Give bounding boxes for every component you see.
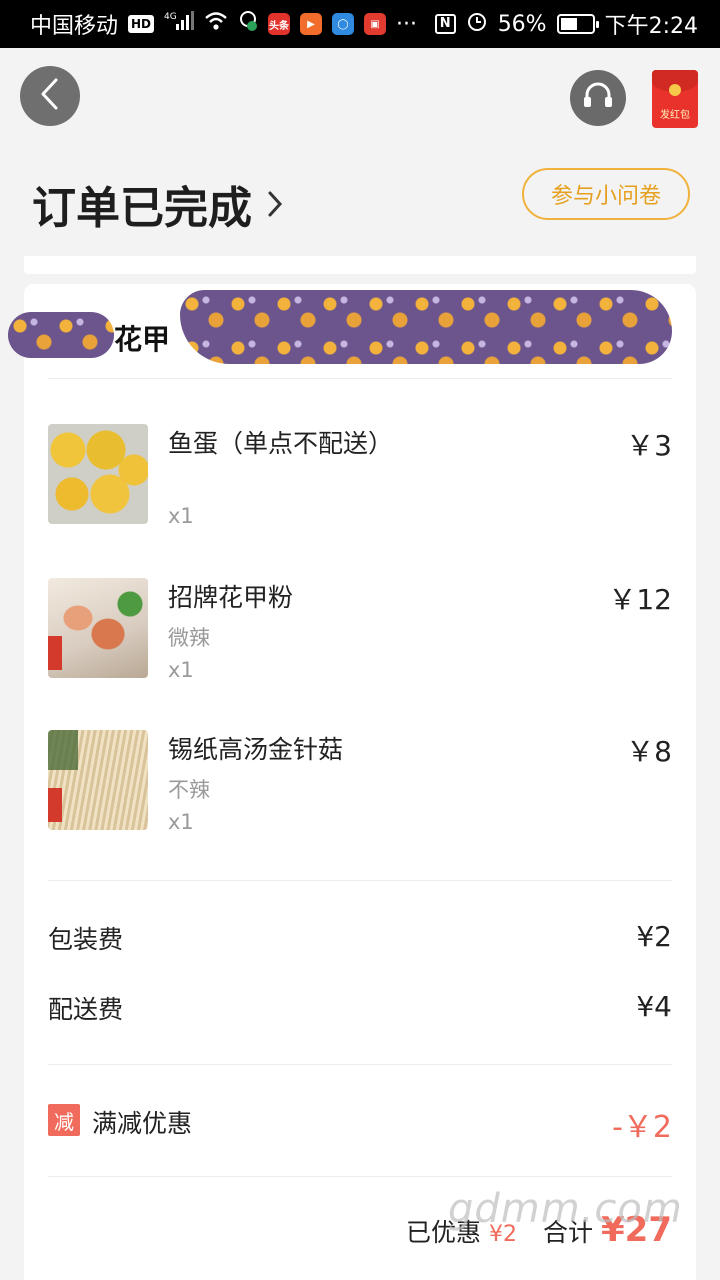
privacy-sticker-right	[180, 290, 672, 364]
status-bar-right: N 56% 下午2:24	[434, 8, 698, 40]
delivery-fee-value: ¥4	[636, 990, 672, 1023]
signal-icon: 4G	[164, 10, 195, 38]
saved-label: 已优惠	[405, 1218, 481, 1247]
red-packet-coin	[669, 84, 681, 96]
item-price: ￥12	[608, 583, 672, 616]
delivery-fee-label: 配送费	[48, 995, 124, 1024]
order-summary: 已优惠 ¥2 合计 ¥27	[406, 1210, 672, 1250]
order-detail-card: 花甲 鱼蛋（单点不配送） x1 ￥3 招牌花甲粉 微辣 x1 ￥12 锡纸高汤金…	[8, 284, 696, 1280]
order-item: 鱼蛋（单点不配送） x1 ￥3	[48, 424, 672, 534]
item-thumbnail-clam-noodle	[48, 578, 148, 678]
order-item: 招牌花甲粉 微辣 x1 ￥12	[48, 578, 672, 688]
discount-value: -￥2	[612, 1110, 672, 1145]
status-bar-left: 中国移动 HD 4G 头条 ▶ ◯ ▣ ···	[30, 8, 417, 40]
back-button[interactable]	[20, 66, 80, 126]
item-quantity: x1	[168, 504, 194, 528]
item-name: 招牌花甲粉	[168, 583, 294, 612]
alarm-icon	[466, 10, 488, 38]
red-packet-label: 发红包	[660, 110, 690, 121]
chevron-right-icon	[266, 179, 284, 230]
discount-tag: 减	[48, 1104, 80, 1136]
order-status-title[interactable]: 订单已完成	[32, 172, 284, 236]
packing-fee-row: 包装费 ¥2	[48, 920, 672, 960]
nfc-icon: N	[434, 14, 456, 34]
status-card-bottom	[24, 256, 696, 274]
video-app-icon: ▶	[300, 13, 323, 35]
shopping-app-icon: ▣	[364, 13, 387, 35]
location-download-icon	[238, 10, 258, 38]
customer-service-button[interactable]	[570, 70, 626, 126]
thumbnail-badge	[48, 788, 62, 822]
privacy-sticker-left	[8, 312, 114, 358]
delivery-fee-row: 配送费 ¥4	[48, 990, 672, 1030]
discount-row: 减 满减优惠 -￥2	[48, 1102, 672, 1145]
discount-label: 满减优惠	[92, 1109, 193, 1138]
order-item: 锡纸高汤金针菇 不辣 x1 ￥8	[48, 730, 672, 840]
item-name: 鱼蛋（单点不配送）	[168, 429, 394, 458]
total-value: ¥27	[601, 1210, 672, 1250]
red-packet-icon	[652, 70, 698, 96]
divider	[48, 1176, 672, 1177]
item-price: ￥3	[626, 429, 672, 462]
item-quantity: x1	[168, 810, 194, 834]
saved-value: ¥2	[489, 1222, 517, 1247]
clock-time: 下午2:24	[604, 14, 698, 39]
shop-header[interactable]: 花甲	[8, 284, 696, 378]
headset-icon	[581, 79, 615, 117]
item-spec: 不辣	[168, 778, 210, 802]
thumbnail-badge	[48, 636, 62, 670]
hd-badge: HD	[128, 15, 155, 33]
divider	[48, 378, 672, 379]
survey-button[interactable]: 参与小问卷	[522, 168, 690, 220]
network-type-label: 4G	[164, 12, 177, 22]
order-status-text: 订单已完成	[32, 183, 252, 234]
item-spec: 微辣	[168, 626, 210, 650]
divider	[48, 1064, 672, 1065]
toutiao-app-icon: 头条	[268, 13, 291, 35]
battery-fill	[560, 18, 578, 30]
battery-icon	[556, 14, 599, 34]
battery-percent: 56%	[497, 11, 547, 37]
item-quantity: x1	[168, 658, 194, 682]
total-label: 合计	[543, 1218, 594, 1247]
item-thumbnail-enoki	[48, 730, 148, 830]
wifi-icon	[204, 11, 228, 37]
item-thumbnail-fishball	[48, 424, 148, 524]
item-name: 锡纸高汤金针菇	[168, 735, 344, 764]
browser-app-icon: ◯	[332, 13, 355, 35]
chevron-left-icon	[36, 77, 64, 115]
packing-fee-label: 包装费	[48, 925, 124, 954]
packing-fee-value: ¥2	[636, 920, 672, 953]
divider	[48, 880, 672, 881]
item-price: ￥8	[626, 735, 672, 768]
send-red-packet-button[interactable]: 发红包	[652, 70, 698, 128]
status-bar: 中国移动 HD 4G 头条 ▶ ◯ ▣ ··· N 56% 下午2:24	[0, 0, 720, 48]
more-notifications-icon: ···	[396, 11, 418, 37]
shop-name: 花甲	[114, 323, 171, 356]
carrier-name: 中国移动	[30, 14, 119, 39]
